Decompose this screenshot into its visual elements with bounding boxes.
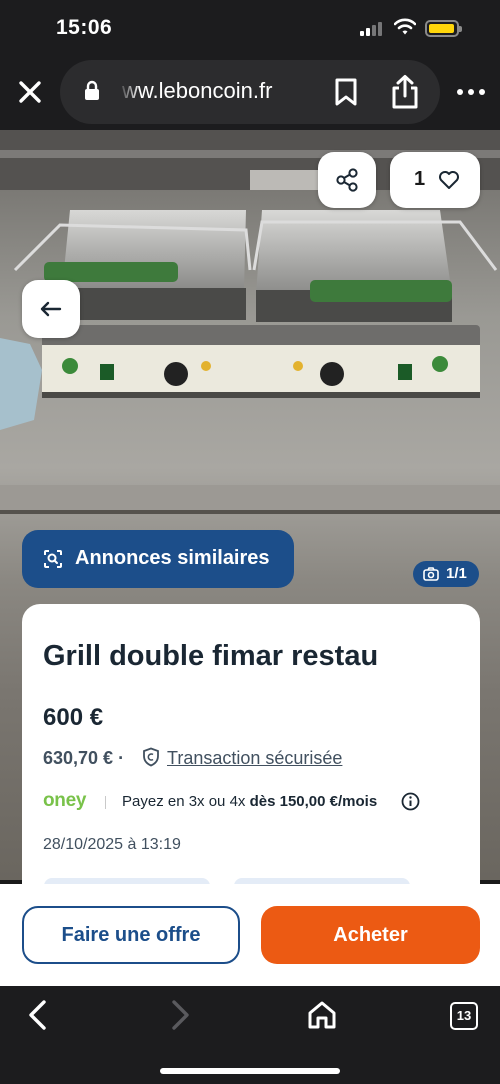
favorite-count: 1	[414, 168, 426, 190]
make-offer-label: Faire une offre	[61, 924, 201, 946]
installment-text: Payez en 3x ou 4x dès 150,00 €/mois	[122, 793, 378, 810]
buy-button[interactable]: Acheter	[261, 906, 480, 964]
url-text[interactable]: ww.leboncoin.fr	[122, 78, 304, 104]
browser-forward-icon[interactable]	[166, 998, 194, 1032]
home-indicator	[160, 1068, 340, 1074]
status-bar: 15:06	[0, 0, 500, 58]
signal-icon	[360, 22, 386, 36]
more-icon[interactable]	[456, 86, 486, 98]
buy-label: Acheter	[333, 924, 408, 946]
photo-counter: 1/1	[413, 561, 479, 587]
divider	[105, 796, 106, 809]
action-bar: Faire une offre Acheter	[0, 884, 500, 986]
similar-listings-label: Annonces similaires	[75, 547, 270, 569]
wifi-icon	[394, 18, 416, 35]
price-with-fees: 630,70 € ·	[43, 748, 125, 768]
browser-back-icon[interactable]	[24, 998, 52, 1032]
listing-price: 600 €	[43, 704, 104, 731]
browser-bar: ww.leboncoin.fr	[0, 58, 500, 130]
favorite-button[interactable]: 1	[390, 152, 480, 208]
tabs-icon[interactable]: 13	[450, 1002, 478, 1030]
photo-count-label: 1/1	[446, 565, 467, 582]
secure-transaction-link[interactable]: Transaction sécurisée	[167, 748, 342, 769]
back-arrow-icon	[40, 301, 62, 317]
share-nodes-icon	[336, 168, 358, 192]
close-icon[interactable]	[14, 76, 46, 108]
similar-listings-button[interactable]: Annonces similaires	[22, 530, 294, 588]
listing-info-card: Grill double fimar restau 600 € 630,70 €…	[22, 604, 480, 894]
info-icon[interactable]	[401, 792, 420, 811]
make-offer-button[interactable]: Faire une offre	[22, 906, 240, 964]
back-button[interactable]	[22, 280, 80, 338]
url-fade	[118, 76, 140, 106]
tab-count: 13	[456, 1008, 472, 1023]
shield-icon	[143, 747, 159, 767]
listing-title: Grill double fimar restau	[43, 640, 379, 672]
similar-icon	[44, 550, 62, 568]
status-time: 15:06	[56, 16, 113, 39]
heart-icon	[439, 171, 459, 189]
bookmark-icon[interactable]	[333, 77, 359, 107]
share-icon[interactable]	[389, 74, 421, 110]
battery-icon	[425, 20, 462, 37]
browser-toolbar: 13	[0, 986, 500, 1084]
listing-date: 28/10/2025 à 13:19	[43, 836, 181, 853]
share-listing-button[interactable]	[318, 152, 376, 208]
camera-icon	[423, 567, 439, 581]
lock-icon	[85, 80, 99, 100]
home-icon[interactable]	[305, 998, 339, 1032]
oney-logo: oney	[43, 790, 87, 811]
